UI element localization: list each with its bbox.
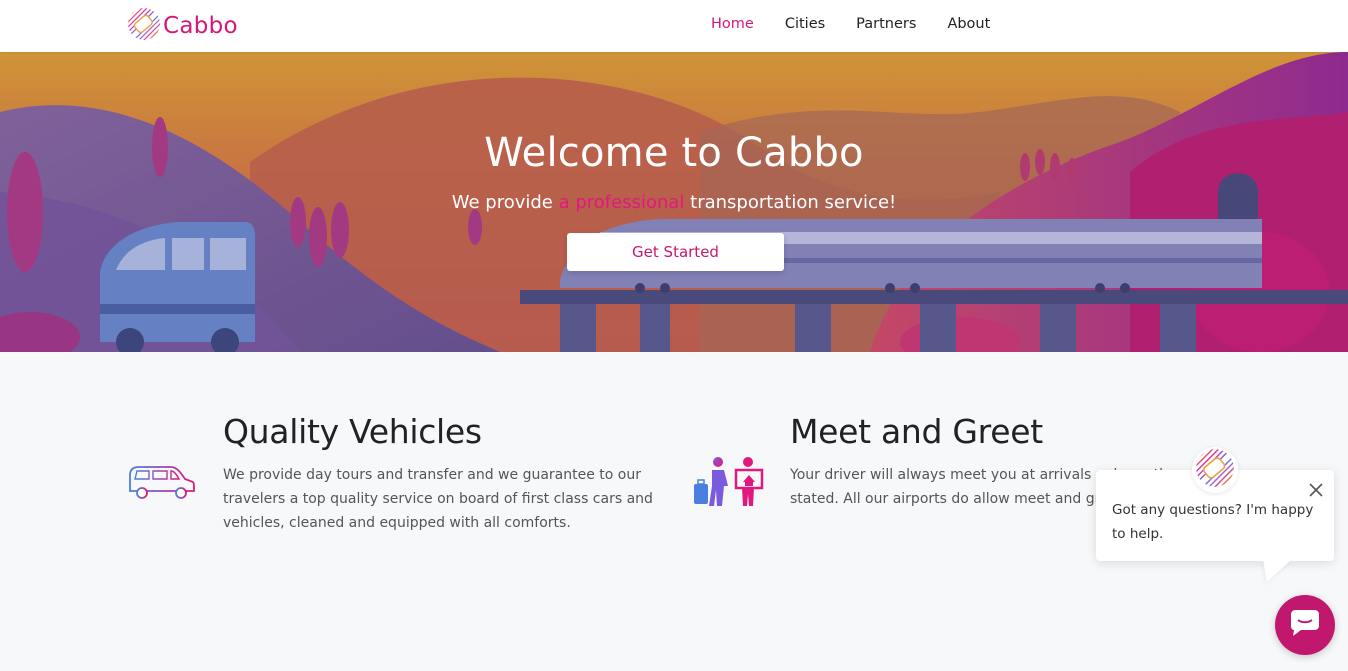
brand-name: Cabbo — [163, 13, 238, 39]
hero-subtitle-after: transportation service! — [684, 192, 897, 213]
van-icon — [127, 463, 197, 507]
feature-quality-vehicles: Quality Vehicles We provide day tours an… — [223, 412, 653, 535]
hero-section: Welcome to Cabbo We provide a profession… — [0, 52, 1348, 352]
striped-cab-logo-icon — [127, 7, 161, 45]
travelers-greeting-icon — [692, 456, 766, 514]
hero-subtitle: We provide a professional transportation… — [0, 192, 1348, 213]
nav-home[interactable]: Home — [711, 15, 754, 33]
close-icon[interactable] — [1306, 480, 1326, 500]
chat-avatar — [1192, 447, 1238, 493]
hero-title: Welcome to Cabbo — [484, 130, 864, 176]
hero-subtitle-highlight: a professional — [558, 192, 685, 213]
chat-popup-tail — [1252, 560, 1292, 582]
chat-message: Got any questions? I'm happy to help. — [1112, 502, 1314, 542]
main-nav: Home Cities Partners About — [711, 15, 1021, 33]
chat-launcher-button[interactable] — [1275, 595, 1335, 655]
nav-partners[interactable]: Partners — [856, 15, 916, 33]
feature-text: We provide day tours and transfer and we… — [223, 467, 653, 531]
feature-title: Meet and Greet — [790, 412, 1043, 451]
nav-about[interactable]: About — [947, 15, 990, 33]
chat-bubble-icon — [1289, 608, 1321, 642]
hero-subtitle-before: We provide — [451, 192, 559, 213]
nav-cities[interactable]: Cities — [785, 15, 825, 33]
get-started-button[interactable]: Get Started — [567, 233, 784, 271]
striped-cab-logo-icon — [1195, 448, 1235, 492]
feature-title: Quality Vehicles — [223, 412, 482, 451]
navbar: Cabbo Home Cities Partners About — [0, 0, 1348, 52]
logo[interactable]: Cabbo — [127, 7, 238, 45]
